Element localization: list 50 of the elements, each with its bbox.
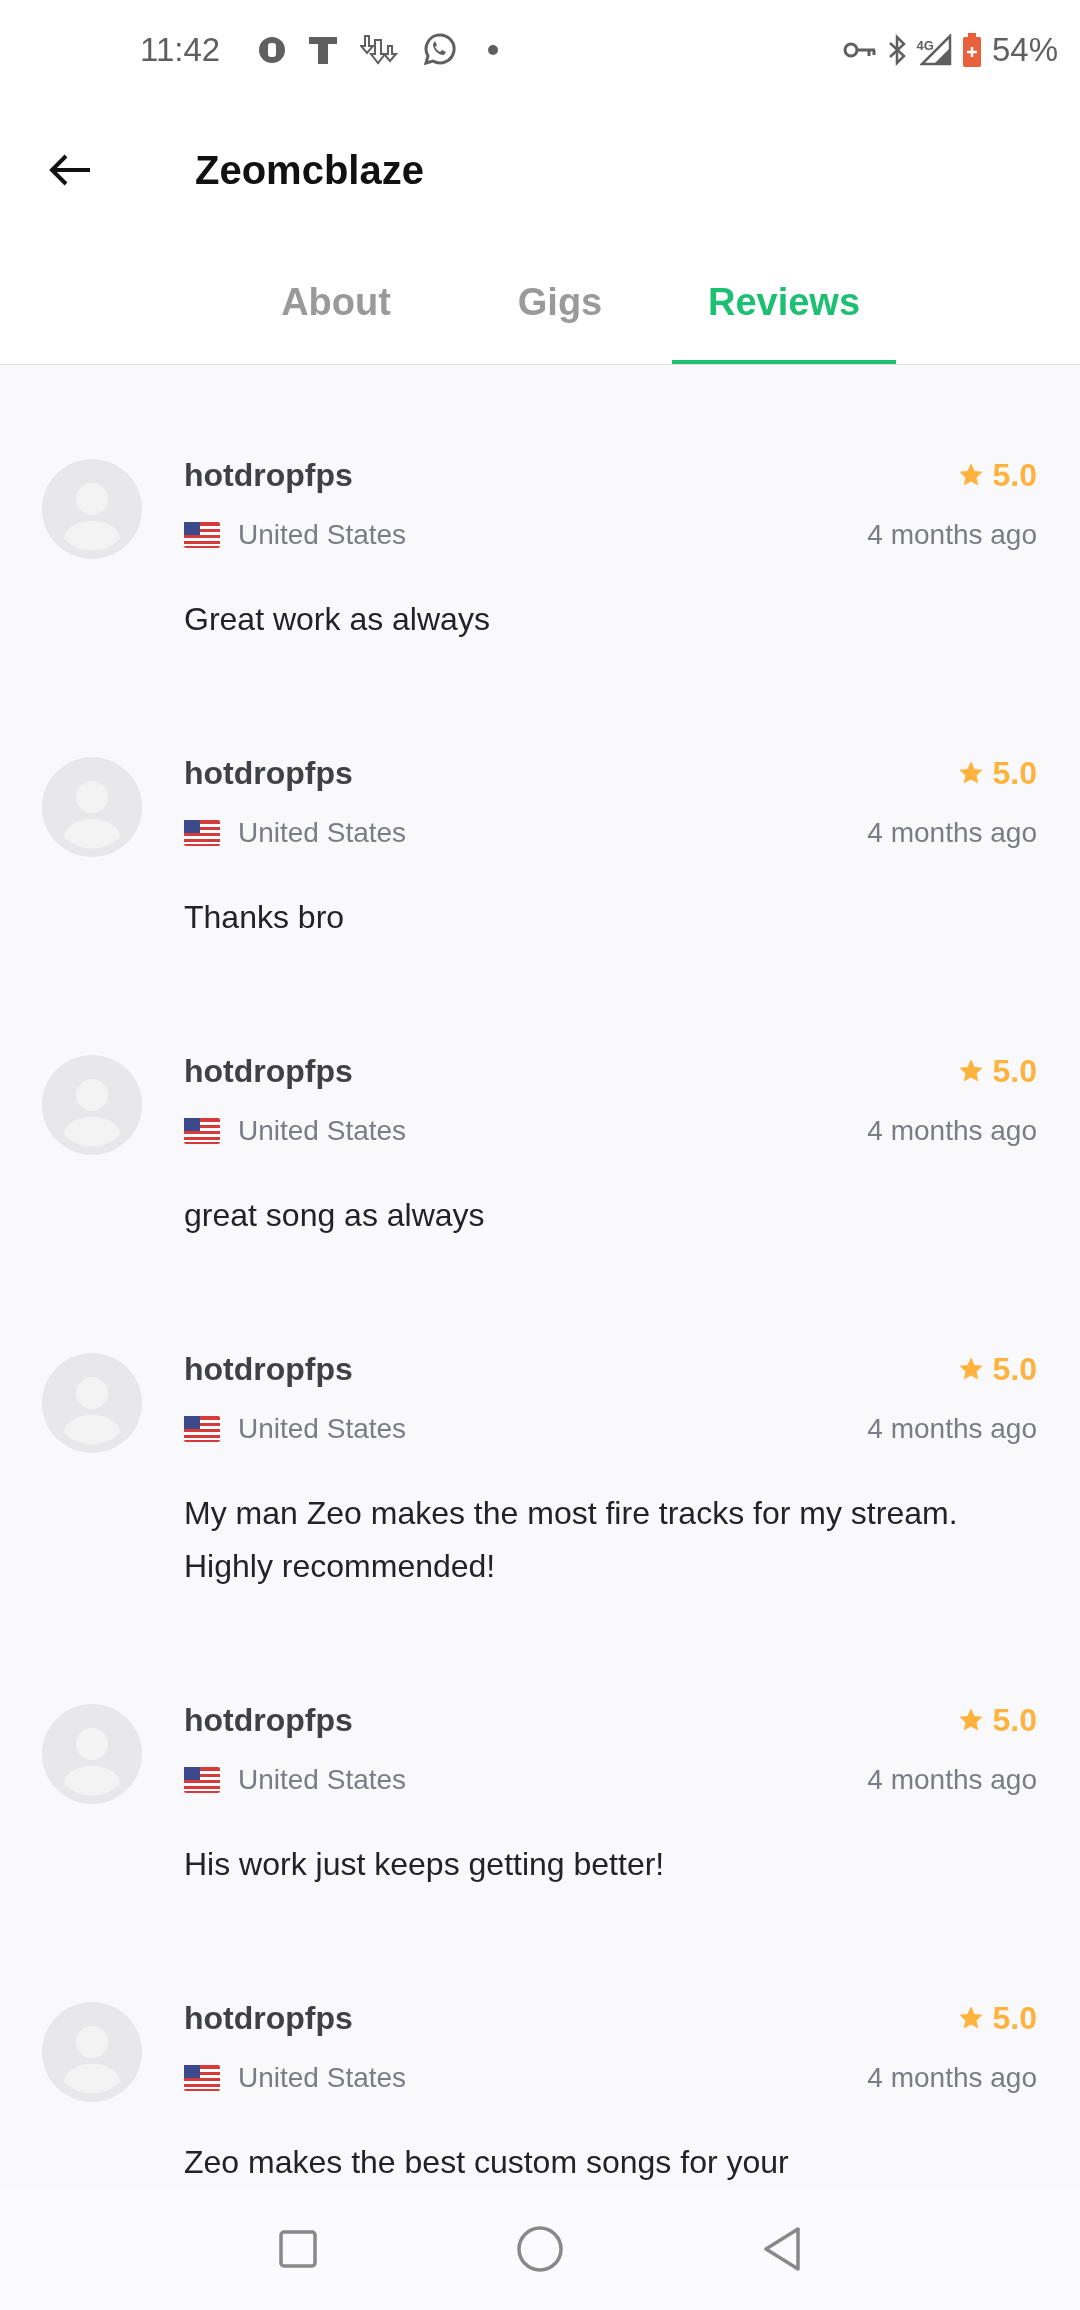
review-text: His work just keeps getting better! [184, 1845, 666, 1884]
flag-icon [184, 1118, 220, 1144]
rating: 5.0 [992, 1701, 1037, 1740]
flag-icon [184, 522, 220, 548]
tab[interactable]: Gigs [448, 240, 672, 364]
key-icon [842, 40, 877, 60]
reviewer-name: hotdropfps [184, 1052, 353, 1091]
recents-button[interactable] [279, 2229, 317, 2268]
flag-icon [184, 1416, 220, 1442]
flag-icon [184, 820, 220, 846]
reviewer-name: hotdropfps [184, 754, 353, 793]
app-icon [258, 36, 287, 64]
reviewer-name: hotdropfps [184, 456, 353, 495]
battery-icon [961, 33, 982, 67]
network-type: 4G [916, 39, 934, 52]
rating: 5.0 [992, 456, 1037, 495]
country: United States [238, 1114, 407, 1148]
rating: 5.0 [992, 754, 1037, 793]
review-text: Zeo makes the best custom songs for your [184, 2143, 790, 2182]
country: United States [238, 816, 407, 850]
clock: 11:42 [140, 30, 221, 71]
rating: 5.0 [992, 1350, 1037, 1389]
flag-icon [184, 2065, 220, 2091]
reviewer-name: hotdropfps [184, 1701, 353, 1740]
review-time: 4 months ago [867, 1114, 1037, 1148]
flag-icon [184, 1767, 220, 1793]
review-text: great song as always [184, 1196, 486, 1235]
review-text: Thanks bro [184, 898, 346, 937]
review-text: Great work as always [184, 600, 491, 639]
tab[interactable]: About [224, 240, 448, 364]
review-time: 4 months ago [867, 518, 1037, 552]
reviewer-name: hotdropfps [184, 1350, 353, 1389]
review-time: 4 months ago [867, 1763, 1037, 1797]
review-text: My man Zeo makes the most fire tracks for my stream. Highly recommended! [184, 1494, 959, 1586]
battery-level: 54% [991, 30, 1058, 71]
review-time: 4 months ago [867, 816, 1037, 850]
rating: 5.0 [992, 1999, 1037, 2038]
rating: 5.0 [992, 1052, 1037, 1091]
review-time: 4 months ago [867, 1412, 1037, 1446]
country: United States [238, 1763, 407, 1797]
reviewer-name: hotdropfps [184, 1999, 353, 2038]
country: United States [238, 2061, 407, 2095]
review-time: 4 months ago [867, 2061, 1037, 2095]
download-icon [360, 34, 399, 66]
country: United States [238, 518, 407, 552]
home-button[interactable] [517, 2225, 563, 2272]
app-icon [308, 35, 339, 65]
country: United States [238, 1412, 407, 1446]
back-nav-button[interactable] [763, 2226, 801, 2271]
page-title: Zeomcblaze [195, 147, 424, 194]
